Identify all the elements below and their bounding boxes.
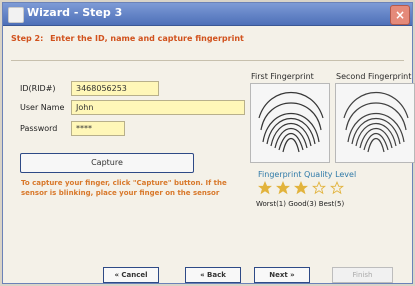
- star-icon: [312, 181, 326, 195]
- id-label: ID(RID#): [20, 84, 56, 93]
- capture-button[interactable]: Capture: [20, 153, 194, 173]
- wizard-window: Wizard - Step 3 × Step 2: Enter the ID, …: [2, 2, 415, 284]
- fingerprint-icon: [258, 92, 324, 153]
- close-icon: ×: [394, 8, 406, 22]
- cancel-button[interactable]: « Cancel: [103, 267, 159, 283]
- step-instructions: Step 2: Enter the ID, name and capture f…: [11, 34, 244, 43]
- divider: [11, 60, 404, 61]
- quality-title: Fingerprint Quality Level: [258, 170, 357, 179]
- first-fingerprint-title: First Fingerprint: [251, 72, 314, 81]
- id-field[interactable]: 3468056253: [71, 81, 159, 96]
- capture-hint: To capture your finger, click "Capture" …: [21, 179, 227, 197]
- back-button[interactable]: « Back: [185, 267, 241, 283]
- username-field[interactable]: John: [71, 100, 245, 115]
- title-bar: Wizard - Step 3 ×: [3, 3, 412, 26]
- star-icon: [276, 181, 290, 195]
- star-icon: [294, 181, 308, 195]
- window-title: Wizard - Step 3: [27, 6, 123, 19]
- finish-button[interactable]: Finish: [332, 267, 393, 283]
- username-label: User Name: [20, 103, 65, 112]
- first-fingerprint-image: [250, 83, 330, 163]
- app-icon: [8, 7, 24, 23]
- next-button[interactable]: Next »: [254, 267, 310, 283]
- password-label: Password: [20, 124, 58, 133]
- fingerprint-icon: [343, 92, 409, 153]
- quality-labels: Worst(1) Good(3) Best(5): [256, 200, 345, 208]
- second-fingerprint-title: Second Fingerprint: [336, 72, 412, 81]
- star-icon: [258, 181, 272, 195]
- star-icon: [330, 181, 344, 195]
- close-button[interactable]: ×: [390, 5, 410, 25]
- step-text: Enter the ID, name and capture fingerpri…: [50, 34, 244, 43]
- second-fingerprint-image: [335, 83, 415, 163]
- password-field[interactable]: ****: [71, 121, 125, 136]
- step-label: Step 2:: [11, 34, 44, 43]
